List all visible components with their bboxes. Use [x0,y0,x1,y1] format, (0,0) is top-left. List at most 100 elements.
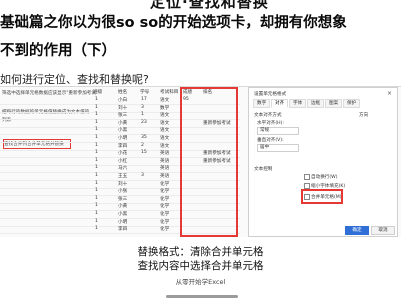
table-cell[interactable]: 英语 [160,173,169,179]
table-cell[interactable]: 小黑 [118,127,127,133]
table-cell[interactable]: 化学 [160,211,169,217]
table-cell[interactable]: 化学 [160,219,169,225]
table-cell[interactable]: 英语 [160,165,169,171]
sheet-note-1: 筛选中选择单元格数据应该显示"重新参加考试" [2,91,99,96]
table-cell[interactable]: 小黄 [118,120,127,126]
headline-line-1: 基础篇之你以为很so so的开始选项卡，却拥有你想象 [0,15,347,31]
table-cell[interactable]: 化学 [160,203,169,209]
table-cell[interactable]: 1 [95,173,98,178]
table-cell[interactable]: 1 [95,219,98,224]
format-cells-dialog: 设置单元格格式 × 数字 对齐 字体 边框 图案 保护 文本对齐方式 水平对齐(… [248,87,398,237]
cancel-button[interactable]: 取消 [371,226,395,235]
table-cell[interactable]: 1 [95,196,98,201]
table-cell[interactable]: 2 [141,143,144,148]
table-cell[interactable]: 数学 [160,105,169,111]
table-cell[interactable]: 1 [95,97,98,102]
table-cell[interactable]: 23 [141,120,147,125]
wrap-checkbox[interactable] [304,174,310,180]
table-cell[interactable]: 小红 [118,158,127,164]
table-cell[interactable]: 李四 [118,143,127,149]
table-cell[interactable]: 张三 [118,196,127,202]
table-cell[interactable]: 语文 [160,135,169,141]
table-cell[interactable]: 1 [95,150,98,155]
table-cell[interactable]: 3 [141,173,144,178]
table-cell[interactable]: 3 [141,105,144,110]
headline-line-2: 不到的作用（下） [0,43,116,59]
table-cell[interactable]: 小白 [118,97,127,103]
table-cell[interactable]: 语文 [160,127,169,133]
table-cell[interactable]: 1 [95,120,98,125]
question-text: 如何进行定位、查找和替换呢? [0,73,149,86]
dialog-title: 设置单元格格式 [254,92,287,97]
highlight-column-box [180,87,238,237]
table-cell[interactable]: 1 [95,135,98,140]
table-cell[interactable]: 小花 [118,150,127,156]
direction-label: 方向 [359,113,369,118]
table-cell[interactable]: 语文 [160,120,169,126]
tab-number[interactable]: 数字 [253,99,271,108]
top-title: 定位·查找和替换 [150,0,269,10]
table-cell[interactable]: 化学 [160,188,169,194]
highlight-merge-box [301,189,343,204]
vertical-select[interactable]: 居中 [257,144,299,152]
caption-line-2: 查找内容中选择合并单元格 [137,260,264,272]
col-header-id[interactable]: 学号 [140,89,149,95]
tab-border[interactable]: 边框 [307,99,325,108]
wrap-label: 自动换行(W) [311,175,338,180]
table-cell[interactable]: 1 [95,181,98,186]
caption-line-1: 替换格式：清除合并单元格 [137,246,264,258]
col-header-name[interactable]: 姓名 [118,89,127,95]
table-cell[interactable]: 1 [95,188,98,193]
table-cell[interactable]: 1 [95,203,98,208]
table-cell[interactable]: 马六 [118,165,127,171]
text-control-label: 文本控制 [254,167,273,172]
col-header-subject[interactable]: 考试科目 [160,89,178,95]
table-cell[interactable]: 小黑 [118,211,127,217]
table-cell[interactable]: 英语 [160,150,169,156]
top-title-strip: 定位·查找和替换 [0,0,401,10]
table-cell[interactable]: 语文 [160,143,169,149]
horizontal-select[interactable]: 常规 [257,127,299,135]
table-cell[interactable]: 1 [95,127,98,132]
table-cell[interactable]: 1 [95,105,98,110]
table-cell[interactable]: 1 [95,143,98,148]
screenshot-card: 筛选中选择单元格数据应该显示"重新参加考试" 把每行的数据的单元格值替换成为文本… [0,86,401,237]
table-cell[interactable]: 1 [95,112,98,117]
tab-protection[interactable]: 保护 [343,99,361,108]
table-cell[interactable]: 1 [141,112,144,117]
table-cell[interactable]: 小明 [118,219,127,225]
table-cell[interactable]: 化学 [160,181,169,187]
table-cell[interactable]: 刘十 [118,181,127,187]
table-cell[interactable]: 语文 [160,97,169,103]
table-cell[interactable]: 小黄 [118,203,127,209]
table-cell[interactable]: 1 [95,211,98,216]
col-header-class[interactable]: 班级 [93,89,102,95]
table-cell[interactable]: 英语 [160,158,169,164]
table-cell[interactable]: 17 [141,97,147,102]
scrollbar-thumb[interactable] [166,295,238,298]
close-icon[interactable]: × [387,90,392,97]
horizontal-label: 水平对齐(H): [257,121,284,126]
table-cell[interactable]: 化学 [160,196,169,202]
table-cell[interactable]: 张三 [118,112,127,118]
table-cell[interactable]: 王五 [118,173,127,179]
vertical-label: 垂直对齐(V): [257,138,284,143]
table-cell[interactable]: 小张 [118,188,127,194]
table-cell[interactable]: 1 [95,158,98,163]
text-align-label: 文本对齐方式 [254,113,282,118]
table-cell[interactable]: 李四 [118,226,127,232]
table-cell[interactable]: 刘十 [118,105,127,111]
table-cell[interactable]: 小明 [118,135,127,141]
ok-button[interactable]: 确定 [345,226,369,235]
table-cell[interactable]: 1 [95,165,98,170]
table-cell[interactable]: 35 [141,135,147,140]
footer-text: 从零开始学Excel [175,278,226,286]
table-cell[interactable]: 15 [141,150,147,155]
table-cell[interactable]: 1 [95,226,98,231]
spreadsheet: 筛选中选择单元格数据应该显示"重新参加考试" 把每行的数据的单元格值替换成为文本… [0,87,240,237]
tab-pattern[interactable]: 图案 [325,99,343,108]
tab-alignment[interactable]: 对齐 [271,99,289,108]
table-cell[interactable]: 化学 [160,226,169,232]
table-cell[interactable]: 语文 [160,112,169,118]
tab-font[interactable]: 字体 [289,99,307,108]
